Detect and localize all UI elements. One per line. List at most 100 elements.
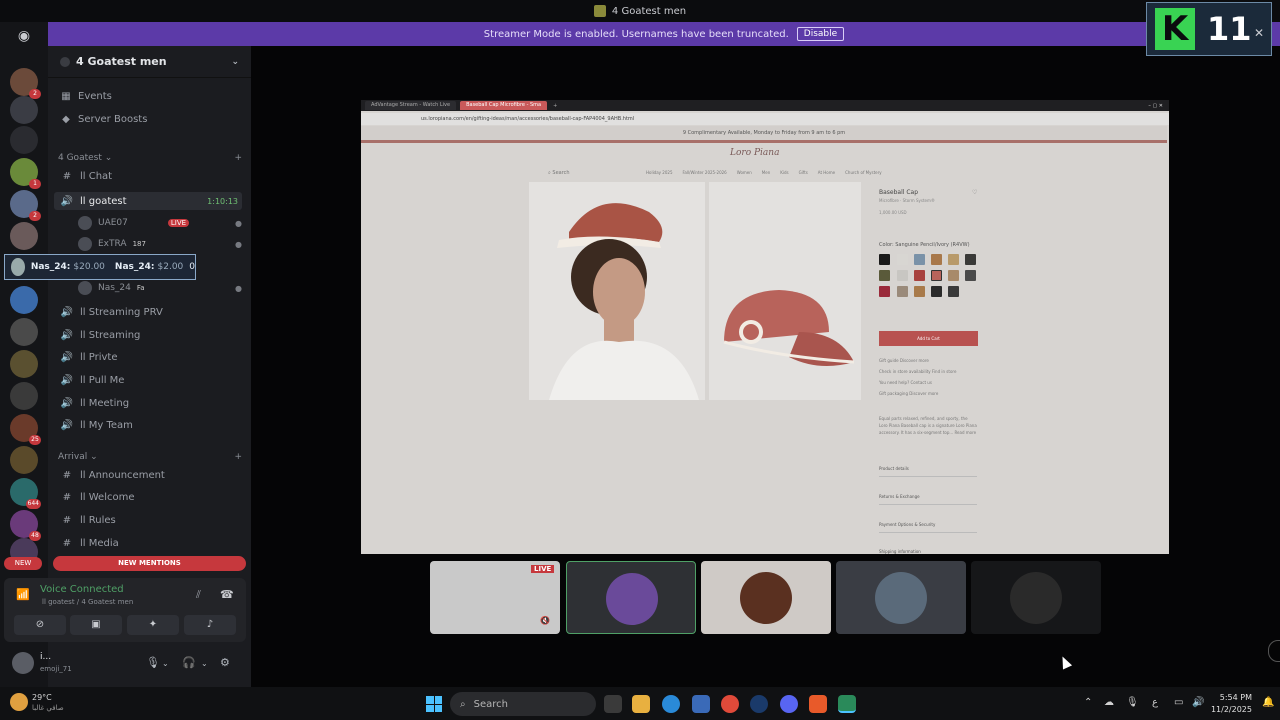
color-swatch[interactable] — [914, 254, 925, 265]
microphone-icon[interactable]: 🎙 — [146, 656, 160, 669]
participant-tile[interactable] — [701, 561, 831, 634]
nav-item[interactable]: Men — [762, 170, 770, 175]
window-controls[interactable]: – ▢ ✕ — [1148, 103, 1163, 109]
server-header[interactable]: 4 Goatest men ⌄ — [48, 46, 251, 78]
new-badge[interactable]: NEW — [4, 557, 42, 570]
chevron-up-icon[interactable]: ⌃ — [1084, 697, 1092, 708]
guild-icon[interactable]: 1 — [10, 158, 41, 189]
color-swatch[interactable] — [897, 270, 908, 281]
nav-item[interactable]: Kids — [780, 170, 788, 175]
wishlist-icon[interactable]: ♡ — [972, 189, 977, 196]
channel-my-team[interactable]: 🔊 ll My Team — [60, 420, 242, 431]
color-swatch[interactable] — [948, 254, 959, 265]
site-search[interactable]: ⌕ Search — [548, 170, 570, 176]
chevron-down-icon[interactable]: ⌄ — [162, 659, 169, 668]
soundboard-button[interactable]: ♪ — [184, 615, 236, 635]
accordion-item[interactable]: Payment Options & Security — [879, 522, 977, 533]
product-image-model[interactable] — [529, 182, 705, 400]
guild-icon[interactable]: 2 — [10, 190, 41, 221]
voice-user[interactable]: Nas_24 Fa ● — [78, 280, 242, 296]
side-expand-handle[interactable] — [1268, 640, 1280, 662]
guild-icon[interactable] — [10, 382, 38, 410]
channel-pull-me[interactable]: 🔊 ll Pull Me — [60, 375, 242, 386]
participant-tile[interactable] — [971, 561, 1101, 634]
add-channel-icon[interactable]: + — [234, 452, 242, 462]
nav-item[interactable]: Women — [737, 170, 752, 175]
avatar[interactable] — [12, 652, 34, 674]
network-icon[interactable]: ▭ — [1174, 697, 1183, 708]
file-explorer-icon[interactable] — [632, 695, 650, 713]
disable-button[interactable]: Disable — [796, 27, 845, 41]
screen-share-button[interactable]: ▣ — [70, 615, 122, 635]
signal-icon[interactable]: 📶 — [16, 588, 30, 601]
new-tab-icon[interactable]: + — [553, 103, 557, 109]
taskbar-search[interactable]: ⌕ Search — [450, 692, 596, 716]
voice-user[interactable]: UAE07 LIVE ● — [78, 215, 242, 231]
activities-button[interactable]: ✦ — [127, 615, 179, 635]
category-arrival[interactable]: Arrival ⌄ + — [58, 452, 242, 462]
chat-icon[interactable]: ● — [235, 219, 242, 228]
voice-channel-path[interactable]: ll goatest / 4 Goatest men — [42, 598, 133, 606]
guild-icon[interactable] — [10, 350, 38, 378]
add-channel-icon[interactable]: + — [234, 153, 242, 163]
volume-icon[interactable]: 🔊 — [1192, 697, 1204, 708]
color-swatch[interactable] — [931, 254, 942, 265]
active-app-icon[interactable] — [838, 695, 856, 713]
brand-logo[interactable]: Loro Piana — [730, 148, 779, 158]
notification-icon[interactable]: 🔔 — [1262, 697, 1274, 708]
edge-icon[interactable] — [662, 695, 680, 713]
product-image-cap[interactable] — [709, 182, 861, 400]
guild-icon[interactable] — [10, 318, 38, 346]
user-name[interactable]: i... — [40, 652, 51, 662]
channel-rules[interactable]: # ll Rules — [60, 515, 242, 526]
add-to-cart-button[interactable]: Add to Cart — [879, 331, 978, 346]
weather-temperature[interactable]: 29°C — [32, 693, 52, 702]
store-icon[interactable] — [692, 695, 710, 713]
color-swatch[interactable] — [965, 270, 976, 281]
channel-chat[interactable]: # ll Chat — [60, 171, 242, 182]
cloud-icon[interactable]: ☁ — [1104, 697, 1114, 708]
chrome-icon[interactable] — [721, 695, 739, 713]
color-swatch[interactable] — [914, 286, 925, 297]
new-mentions-button[interactable]: NEW MENTIONS — [53, 556, 246, 571]
disconnect-icon[interactable]: ☎ — [220, 588, 234, 601]
nav-item[interactable]: At Home — [818, 170, 835, 175]
windows-start-icon[interactable] — [426, 696, 442, 712]
color-swatch[interactable] — [948, 286, 959, 297]
info-line[interactable]: Gift guide Discover more — [879, 358, 929, 363]
chevron-down-icon[interactable]: ⌄ — [201, 659, 208, 668]
chat-icon[interactable]: ● — [235, 284, 242, 293]
voice-user[interactable]: ExTRA 187 ● — [78, 236, 242, 252]
color-swatch[interactable] — [897, 286, 908, 297]
mute-icon[interactable]: 🔇 — [540, 616, 550, 625]
color-swatch-selected[interactable] — [931, 270, 942, 281]
voice-connected-label[interactable]: Voice Connected — [40, 584, 124, 595]
nav-item[interactable]: Church of Mystery — [845, 170, 882, 175]
microphone-icon[interactable]: 🎙 — [1126, 697, 1139, 708]
events-item[interactable]: ▦ Events — [60, 91, 112, 102]
guild-icon[interactable] — [10, 222, 38, 250]
channel-announcement[interactable]: # ll Announcement — [60, 470, 242, 481]
channel-goatest[interactable]: 🔊 ll goatest 1:10:13 — [54, 192, 242, 210]
participant-tile[interactable] — [566, 561, 696, 634]
channel-streaming-prv[interactable]: 🔊 ll Streaming PRV — [60, 307, 242, 318]
channel-privte[interactable]: 🔊 ll Privte — [60, 352, 242, 363]
info-line[interactable]: You need help? Contact us — [879, 380, 932, 385]
server-boosts-item[interactable]: ◆ Server Boosts — [60, 114, 147, 125]
headphones-icon[interactable]: 🎧 — [182, 656, 196, 669]
brave-icon[interactable] — [809, 695, 827, 713]
guild-icon[interactable]: 2 — [10, 68, 41, 99]
browser-tab[interactable]: AdVantage Stream - Watch Live — [365, 101, 457, 110]
info-line[interactable]: Check in store availability Find in stor… — [879, 369, 956, 374]
weather-description[interactable]: صافي غالبا — [32, 704, 64, 712]
language-icon[interactable]: ع — [1152, 697, 1158, 708]
color-swatch[interactable] — [897, 254, 908, 265]
steam-icon[interactable] — [750, 695, 768, 713]
accordion-item[interactable]: Shipping information — [879, 549, 977, 559]
participant-tile[interactable] — [836, 561, 966, 634]
color-swatch[interactable] — [931, 286, 942, 297]
guild-icon[interactable]: 644 — [10, 478, 41, 509]
info-line[interactable]: Gift packaging Discover more — [879, 391, 938, 396]
color-swatch[interactable] — [965, 254, 976, 265]
guild-icon[interactable] — [10, 126, 38, 154]
